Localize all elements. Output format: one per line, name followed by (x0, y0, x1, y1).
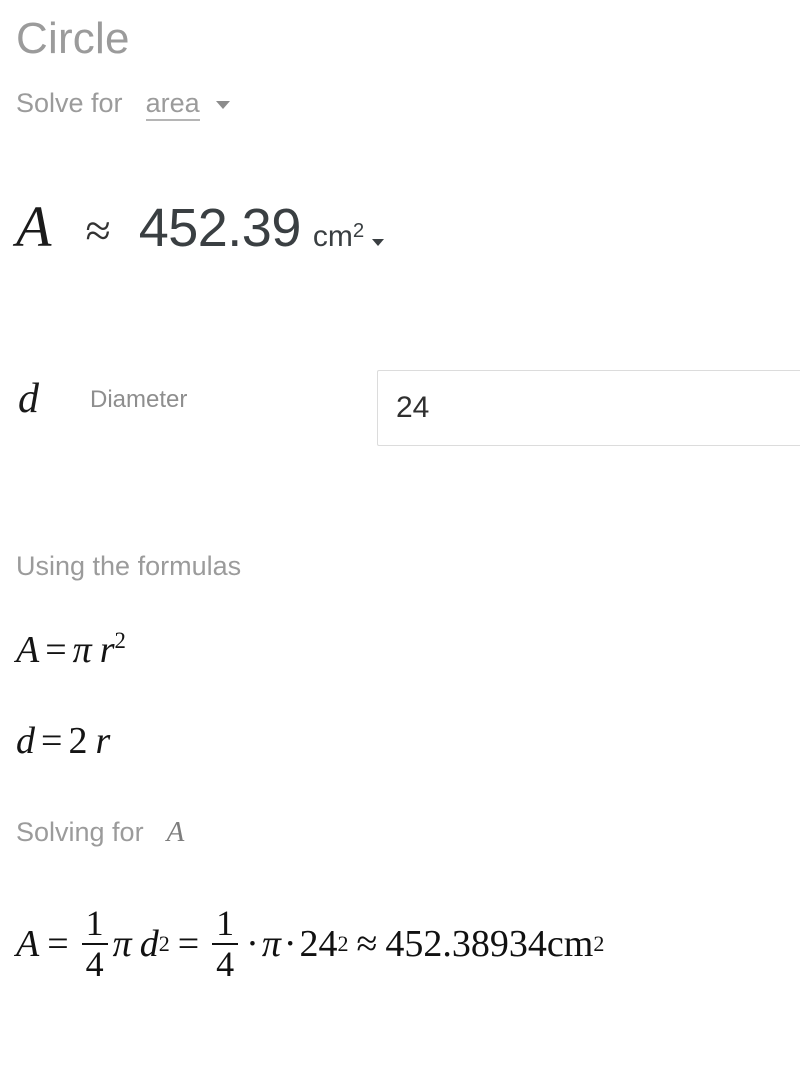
result-value: 452.39 (138, 198, 302, 258)
solving-heading-prefix: Solving for (16, 817, 144, 847)
diameter-label: Diameter (90, 386, 188, 413)
derivation-variable-d: d (139, 922, 159, 965)
formula-area-operator: = (45, 629, 67, 672)
result-symbol: A (16, 194, 52, 259)
formula-area-lhs: A (16, 629, 40, 672)
derivation-fraction-1: 1 4 (81, 903, 108, 983)
result-unit-text: cm (312, 220, 353, 253)
formula-diameter: d = 2 r (16, 722, 110, 760)
diameter-field-row: d Diameter cm (0, 370, 800, 446)
formula-diameter-coefficient: 2 (68, 720, 88, 762)
derivation-equals-1: = (47, 922, 69, 965)
formula-diameter-lhs: d (16, 720, 35, 762)
derivation-result-unit-exponent: 2 (593, 930, 605, 956)
derivation-fraction-2-numerator: 1 (216, 903, 235, 943)
chevron-down-icon[interactable] (216, 101, 231, 109)
page-title: Circle (16, 14, 130, 63)
derivation-fraction-2-denominator: 4 (212, 942, 239, 983)
solve-for-row: Solve for area (16, 88, 231, 121)
derivation-dot-1: · (246, 922, 259, 965)
derivation-dot-2: · (283, 922, 297, 965)
result-unit: cm2 (313, 221, 364, 252)
result-line: A ≈ 452.39 cm2 (16, 194, 385, 259)
diameter-symbol: d (18, 376, 39, 422)
formula-area-radius: r (99, 629, 115, 672)
formula-diameter-operator: = (41, 720, 63, 762)
derivation-lhs: A (16, 922, 40, 965)
formulas-heading: Using the formulas (16, 551, 242, 581)
derivation-fraction-1-denominator: 4 (81, 942, 108, 983)
derivation-fraction-2: 1 4 (212, 903, 239, 983)
diameter-control-group: cm (377, 370, 800, 446)
formula-area-pi: π (72, 629, 92, 672)
result-relation: ≈ (85, 205, 111, 256)
derivation-pi-1: π (112, 922, 132, 965)
derivation-result-value: 452.38934 (385, 922, 547, 965)
derivation-equals-2: = (177, 922, 200, 965)
derivation-equation: A = 1 4 π d2 = 1 4 · π · 24 2 ≈ 452.38934… (16, 905, 604, 982)
derivation-approx: ≈ (356, 922, 378, 965)
solving-heading: Solving for A (16, 818, 184, 847)
formula-area: A = π r2 (16, 628, 126, 672)
derivation-fraction-1-numerator: 1 (85, 903, 104, 943)
solve-for-target-link[interactable]: area (145, 88, 200, 121)
derivation-result-unit: cm (546, 922, 594, 965)
derivation-exponent-d: 2 (158, 930, 170, 956)
solving-heading-variable: A (166, 816, 185, 848)
result-unit-chevron-down-icon[interactable] (372, 239, 385, 246)
diameter-input[interactable] (377, 370, 800, 446)
derivation-pi-2: π (261, 922, 281, 965)
formula-diameter-radius: r (95, 720, 111, 762)
derivation-number: 24 (299, 922, 338, 965)
result-unit-exponent: 2 (352, 219, 365, 242)
derivation-number-exponent: 2 (337, 930, 349, 956)
calculator-page: Circle Solve for area A ≈ 452.39 cm2 d D… (0, 0, 800, 1065)
solve-for-label: Solve for (16, 88, 123, 118)
formula-area-exponent: 2 (114, 628, 126, 653)
